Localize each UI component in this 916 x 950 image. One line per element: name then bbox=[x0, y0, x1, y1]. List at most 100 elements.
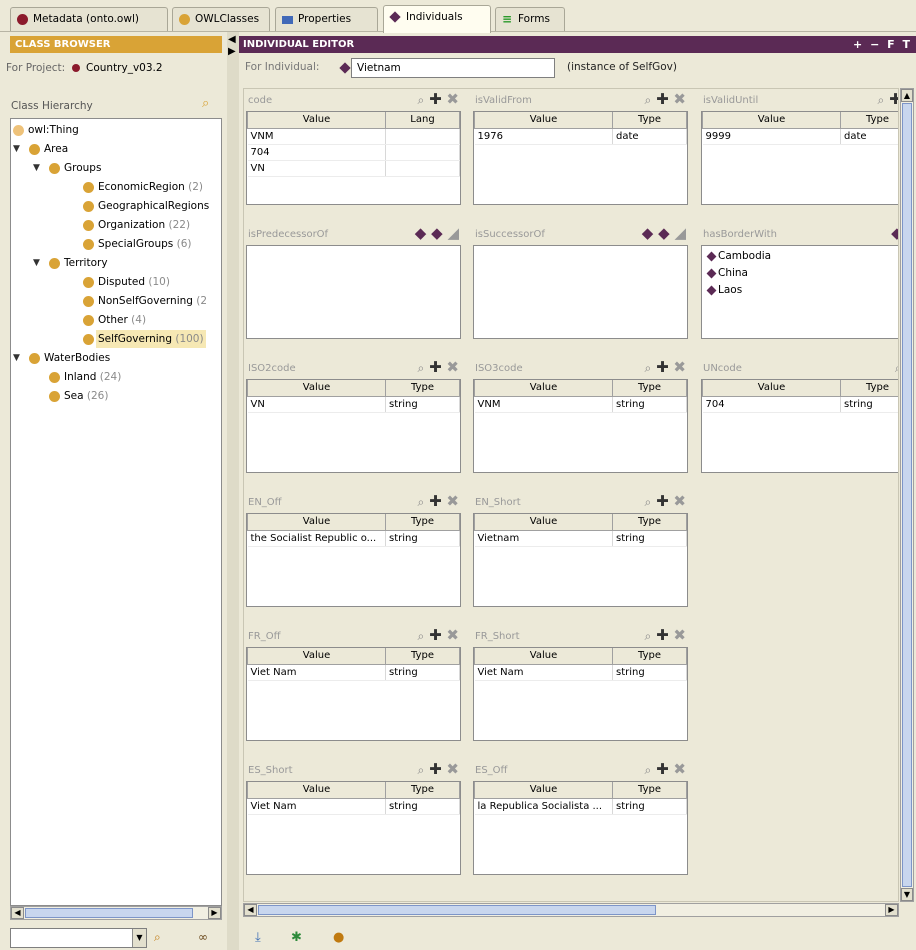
scroll-thumb[interactable] bbox=[25, 908, 193, 918]
tab-properties[interactable]: Properties bbox=[275, 7, 378, 31]
column-header[interactable]: Type bbox=[385, 380, 460, 397]
instance-list[interactable]: Cambodia China Laos bbox=[701, 245, 898, 339]
cell-value[interactable]: Viet Nam bbox=[247, 664, 386, 681]
add-icon[interactable]: ✚ bbox=[429, 492, 442, 510]
column-header[interactable]: Value bbox=[247, 514, 386, 531]
scroll-thumb[interactable] bbox=[902, 103, 912, 887]
cell-type[interactable]: date bbox=[612, 128, 687, 145]
search-icon[interactable]: ⌕ bbox=[418, 763, 425, 777]
tab-forms[interactable]: ≡ Forms bbox=[495, 7, 565, 31]
scroll-down-icon[interactable]: ▼ bbox=[901, 888, 913, 901]
search-icon[interactable]: ⌕ bbox=[418, 495, 425, 509]
run-icon[interactable]: ✱ bbox=[291, 930, 302, 945]
cell-value[interactable]: the Socialist Republic o... bbox=[247, 530, 386, 547]
delete-icon[interactable]: ✖ bbox=[446, 358, 459, 376]
prop-table[interactable]: Value Type 9999 date bbox=[701, 111, 898, 205]
expand-toggle-icon[interactable]: ▼ bbox=[33, 159, 40, 177]
search-icon[interactable]: ⌕ bbox=[645, 93, 652, 107]
cell-value[interactable]: VNM bbox=[247, 128, 386, 145]
table-row[interactable]: VNM bbox=[247, 128, 460, 145]
expand-right-icon[interactable]: ▶ bbox=[228, 46, 236, 57]
search-icon[interactable]: ⌕ bbox=[645, 495, 652, 509]
column-header[interactable]: Lang bbox=[385, 112, 460, 129]
add-icon[interactable]: ✚ bbox=[656, 626, 669, 644]
expand-toggle-icon[interactable]: ▼ bbox=[13, 140, 20, 158]
class-search-combo[interactable]: ▼ bbox=[10, 928, 147, 948]
add-icon[interactable]: ✚ bbox=[429, 358, 442, 376]
instance-list[interactable] bbox=[473, 245, 688, 339]
search-icon[interactable]: ⌕ bbox=[418, 93, 425, 107]
add-icon[interactable]: ✚ bbox=[889, 90, 898, 108]
scroll-thumb[interactable] bbox=[258, 905, 656, 915]
column-header[interactable]: Value bbox=[247, 782, 386, 799]
scroll-left-icon[interactable]: ◀ bbox=[11, 907, 24, 919]
search-icon[interactable]: ⌕ bbox=[418, 629, 425, 643]
select-instance-icon[interactable]: ◆ bbox=[415, 224, 427, 242]
column-header[interactable]: Value bbox=[474, 112, 613, 129]
column-header[interactable]: Type bbox=[385, 648, 460, 665]
scroll-right-icon[interactable]: ▶ bbox=[208, 907, 221, 919]
column-header[interactable]: Value bbox=[247, 380, 386, 397]
column-header[interactable]: Value bbox=[474, 380, 613, 397]
remove-instance-icon[interactable]: ◢ bbox=[447, 224, 459, 242]
table-row[interactable]: VNM string bbox=[474, 396, 687, 413]
cell-type[interactable]: string bbox=[612, 530, 687, 547]
prop-table[interactable]: Value Lang VNM 704 VN bbox=[246, 111, 461, 205]
column-header[interactable]: Value bbox=[247, 112, 386, 129]
prop-table[interactable]: Value Type Viet Nam string bbox=[473, 647, 688, 741]
table-row[interactable]: Viet Nam string bbox=[474, 664, 687, 681]
tab-individuals[interactable]: Individuals bbox=[383, 5, 491, 33]
table-row[interactable]: Viet Nam string bbox=[247, 798, 460, 815]
table-row[interactable]: la Republica Socialista ... string bbox=[474, 798, 687, 815]
remove-instance-icon[interactable]: ◢ bbox=[674, 224, 686, 242]
prop-table[interactable]: Value Type Viet Nam string bbox=[246, 781, 461, 875]
table-row[interactable]: 9999 date bbox=[702, 128, 898, 145]
prop-table[interactable]: Value Type VN string bbox=[246, 379, 461, 473]
delete-icon[interactable]: ✖ bbox=[673, 358, 686, 376]
individual-name-field[interactable]: Vietnam bbox=[351, 58, 555, 78]
prop-table[interactable]: Value Type Viet Nam string bbox=[246, 647, 461, 741]
cell-value[interactable]: Vietnam bbox=[474, 530, 613, 547]
prop-table[interactable]: Value Type 1976 date bbox=[473, 111, 688, 205]
column-header[interactable]: Type bbox=[612, 380, 687, 397]
add-icon[interactable]: ✚ bbox=[429, 760, 442, 778]
column-header[interactable]: Type bbox=[840, 112, 898, 129]
column-header[interactable]: Type bbox=[612, 782, 687, 799]
column-header[interactable]: Type bbox=[385, 514, 460, 531]
add-icon[interactable]: ✚ bbox=[656, 492, 669, 510]
table-row[interactable]: VN bbox=[247, 160, 460, 177]
editor-vertical-scrollbar[interactable]: ▲ ▼ bbox=[900, 88, 914, 902]
create-instance-icon[interactable]: ◆ bbox=[658, 224, 670, 242]
editor-horizontal-scrollbar[interactable]: ◀ ▶ bbox=[243, 903, 899, 917]
cell-type[interactable]: string bbox=[612, 798, 687, 815]
search-icon[interactable]: ⌕ bbox=[645, 629, 652, 643]
panel-splitter[interactable]: ◀ ▶ bbox=[227, 32, 239, 950]
cell-value[interactable]: la Republica Socialista ... bbox=[474, 798, 613, 815]
column-header[interactable]: Value bbox=[474, 648, 613, 665]
search-icon[interactable]: ⌕ bbox=[202, 96, 209, 111]
add-icon[interactable]: ✚ bbox=[656, 760, 669, 778]
list-item[interactable]: Laos bbox=[706, 282, 898, 299]
delete-icon[interactable]: ✖ bbox=[673, 760, 686, 778]
select-instance-icon[interactable]: ◆ bbox=[891, 224, 898, 242]
cell-type[interactable]: date bbox=[840, 128, 898, 145]
tab-metadata[interactable]: Metadata (onto.owl) bbox=[10, 7, 168, 31]
expand-toggle-icon[interactable]: ▼ bbox=[33, 254, 40, 272]
table-row[interactable]: VN string bbox=[247, 396, 460, 413]
delete-icon[interactable]: ✖ bbox=[673, 90, 686, 108]
cell-value[interactable]: VN bbox=[247, 160, 386, 177]
search-icon[interactable]: ⌕ bbox=[645, 361, 652, 375]
new-individual-icon[interactable]: ● bbox=[333, 930, 344, 945]
table-row[interactable]: Vietnam string bbox=[474, 530, 687, 547]
cell-type[interactable]: string bbox=[840, 396, 898, 413]
prop-table[interactable]: Value Type 704 string bbox=[701, 379, 898, 473]
column-header[interactable]: Type bbox=[612, 112, 687, 129]
column-header[interactable]: Value bbox=[474, 514, 613, 531]
cell-type[interactable] bbox=[385, 144, 460, 161]
chevron-down-icon[interactable]: ▼ bbox=[132, 929, 146, 947]
table-row[interactable]: the Socialist Republic o... string bbox=[247, 530, 460, 547]
cell-value[interactable]: Viet Nam bbox=[247, 798, 386, 815]
delete-icon[interactable]: ✖ bbox=[446, 90, 459, 108]
scroll-up-icon[interactable]: ▲ bbox=[901, 89, 913, 102]
scroll-right-icon[interactable]: ▶ bbox=[885, 904, 898, 916]
